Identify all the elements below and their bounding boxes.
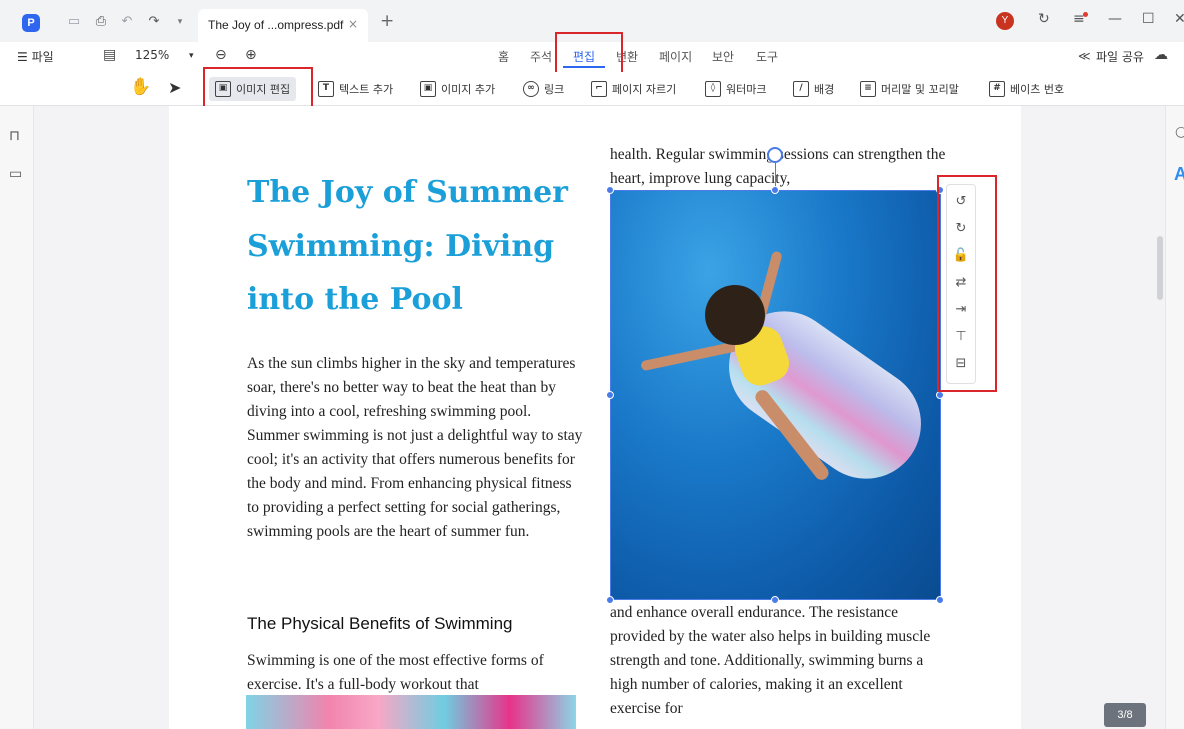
extract-image-icon[interactable]: ⇥ bbox=[952, 301, 970, 319]
undo-icon[interactable]: ↶ bbox=[119, 14, 135, 30]
new-tab-button[interactable]: + bbox=[380, 11, 394, 31]
notification-dot bbox=[1083, 12, 1088, 17]
zoom-in-icon[interactable]: ⊕ bbox=[245, 47, 257, 63]
resize-handle-w[interactable] bbox=[606, 391, 614, 399]
share-file-button[interactable]: 파일 공유 bbox=[1096, 48, 1144, 65]
tab-page[interactable]: 페이지 bbox=[659, 48, 692, 65]
crop-icon: ⌐ bbox=[591, 81, 607, 97]
select-tool-icon[interactable]: ➤ bbox=[168, 78, 181, 97]
bates-number-label: 베이츠 번호 bbox=[1010, 83, 1065, 96]
crop-page-button[interactable]: ⌐ 페이지 자르기 bbox=[591, 77, 676, 101]
background-label: 배경 bbox=[814, 83, 835, 96]
vertical-scrollbar[interactable] bbox=[1157, 236, 1163, 300]
sync-icon[interactable]: ↻ bbox=[1038, 11, 1050, 27]
add-text-label: 텍스트 추가 bbox=[339, 83, 394, 96]
watermark-icon: ◊ bbox=[705, 81, 721, 97]
tab-security[interactable]: 보안 bbox=[712, 48, 734, 65]
crop-page-label: 페이지 자르기 bbox=[612, 83, 677, 96]
app-logo-icon: P bbox=[22, 14, 40, 32]
search-icon[interactable]: ○ bbox=[1175, 124, 1184, 140]
background-icon: / bbox=[793, 81, 809, 97]
image-edit-icon: ▣ bbox=[215, 81, 231, 97]
quick-access-dropdown-icon[interactable]: ▾ bbox=[172, 14, 188, 30]
zoom-dropdown-icon[interactable]: ▾ bbox=[189, 51, 194, 61]
header-footer-button[interactable]: ≡ 머리말 및 꼬리말 bbox=[860, 77, 959, 101]
pdf-page: The Joy of Summer Swimming: Diving into … bbox=[169, 106, 1021, 729]
rotation-handle[interactable] bbox=[767, 147, 783, 163]
document-title[interactable]: The Joy of Summer Swimming: Diving into … bbox=[247, 166, 597, 327]
menu-bar: ☰ 파일 ▤ 125% ▾ ⊖ ⊕ 홈 주석 편집 변환 페이지 보안 도구 ≪… bbox=[0, 42, 1184, 72]
add-image-label: 이미지 추가 bbox=[441, 83, 496, 96]
ai-assistant-icon[interactable]: A bbox=[1174, 164, 1184, 185]
cloud-upload-icon[interactable]: ☁ bbox=[1154, 47, 1168, 63]
bookmark-icon[interactable]: ⊓ bbox=[9, 128, 20, 144]
link-label: 링크 bbox=[544, 83, 565, 96]
tab-edit[interactable]: 편집 bbox=[573, 48, 595, 65]
tab-tools[interactable]: 도구 bbox=[756, 48, 778, 65]
swimmer-head bbox=[705, 285, 765, 345]
tab-convert[interactable]: 변환 bbox=[616, 48, 638, 65]
right-sidebar: ○ A bbox=[1165, 106, 1184, 729]
replace-image-icon[interactable]: ⇄ bbox=[952, 274, 970, 292]
tab-comment[interactable]: 주석 bbox=[530, 48, 552, 65]
flamingo-float-image[interactable] bbox=[246, 695, 576, 729]
unlock-icon[interactable]: 🔓 bbox=[952, 247, 970, 265]
align-middle-icon[interactable]: ⊟ bbox=[952, 355, 970, 373]
resize-handle-nw[interactable] bbox=[606, 186, 614, 194]
pool-image[interactable] bbox=[610, 190, 941, 600]
file-menu[interactable]: ☰ 파일 bbox=[17, 48, 54, 65]
image-edit-label: 이미지 편집 bbox=[236, 83, 291, 96]
rotate-right-icon[interactable]: ↻ bbox=[952, 220, 970, 238]
body-paragraph-right-bottom[interactable]: and enhance overall endurance. The resis… bbox=[610, 601, 950, 721]
zoom-out-icon[interactable]: ⊖ bbox=[215, 47, 227, 63]
left-sidebar: ⊓ ▭ bbox=[0, 106, 34, 729]
user-avatar[interactable]: Y bbox=[996, 12, 1014, 30]
add-image-button[interactable]: ▣ 이미지 추가 bbox=[420, 77, 495, 101]
redo-icon[interactable]: ↷ bbox=[146, 14, 162, 30]
tab-home[interactable]: 홈 bbox=[498, 48, 509, 65]
share-icon[interactable]: ≪ bbox=[1078, 49, 1091, 63]
minimize-icon[interactable]: — bbox=[1108, 11, 1122, 27]
tab-title: The Joy of ...ompress.pdf bbox=[208, 18, 344, 32]
body-paragraph-left[interactable]: Swimming is one of the most effective fo… bbox=[247, 649, 587, 697]
intro-paragraph[interactable]: As the sun climbs higher in the sky and … bbox=[247, 352, 587, 544]
image-context-toolbar: ↺ ↻ 🔓 ⇄ ⇥ ⊤ ⊟ bbox=[946, 184, 976, 384]
document-tab[interactable]: The Joy of ...ompress.pdf × bbox=[198, 9, 368, 42]
resize-handle-ne[interactable] bbox=[936, 186, 944, 194]
zoom-level[interactable]: 125% bbox=[135, 48, 169, 62]
link-button[interactable]: ∞ 링크 bbox=[523, 77, 564, 101]
watermark-label: 워터마크 bbox=[726, 83, 767, 96]
hand-tool-icon[interactable]: ✋ bbox=[130, 77, 151, 97]
comment-panel-icon[interactable]: ▭ bbox=[9, 166, 22, 182]
bates-number-button[interactable]: # 베이츠 번호 bbox=[989, 77, 1064, 101]
save-icon[interactable]: ▭ bbox=[66, 14, 82, 30]
tab-close-icon[interactable]: × bbox=[348, 17, 358, 31]
image-add-icon: ▣ bbox=[420, 81, 436, 97]
section-heading[interactable]: The Physical Benefits of Swimming bbox=[247, 614, 513, 634]
resize-handle-n[interactable] bbox=[771, 186, 779, 194]
image-edit-button[interactable]: ▣ 이미지 편집 bbox=[209, 77, 297, 101]
page-indicator[interactable]: 3/8 bbox=[1104, 703, 1146, 727]
rotate-left-icon[interactable]: ↺ bbox=[952, 193, 970, 211]
close-window-icon[interactable]: ✕ bbox=[1174, 11, 1184, 27]
align-top-icon[interactable]: ⊤ bbox=[952, 328, 970, 346]
maximize-icon[interactable]: ☐ bbox=[1142, 11, 1155, 27]
page-view-icon[interactable]: ▤ bbox=[103, 47, 116, 63]
header-footer-label: 머리말 및 꼬리말 bbox=[881, 83, 959, 96]
active-tab-underline bbox=[563, 66, 605, 68]
resize-handle-e[interactable] bbox=[936, 391, 944, 399]
text-add-icon: T bbox=[318, 81, 334, 97]
header-footer-icon: ≡ bbox=[860, 81, 876, 97]
bates-number-icon: # bbox=[989, 81, 1005, 97]
background-button[interactable]: / 배경 bbox=[793, 77, 834, 101]
title-bar: P ▭ ⎙ ↶ ↷ ▾ The Joy of ...ompress.pdf × … bbox=[0, 0, 1184, 42]
print-icon[interactable]: ⎙ bbox=[93, 14, 109, 30]
add-text-button[interactable]: T 텍스트 추가 bbox=[318, 77, 393, 101]
link-icon: ∞ bbox=[523, 81, 539, 97]
watermark-button[interactable]: ◊ 워터마크 bbox=[705, 77, 766, 101]
